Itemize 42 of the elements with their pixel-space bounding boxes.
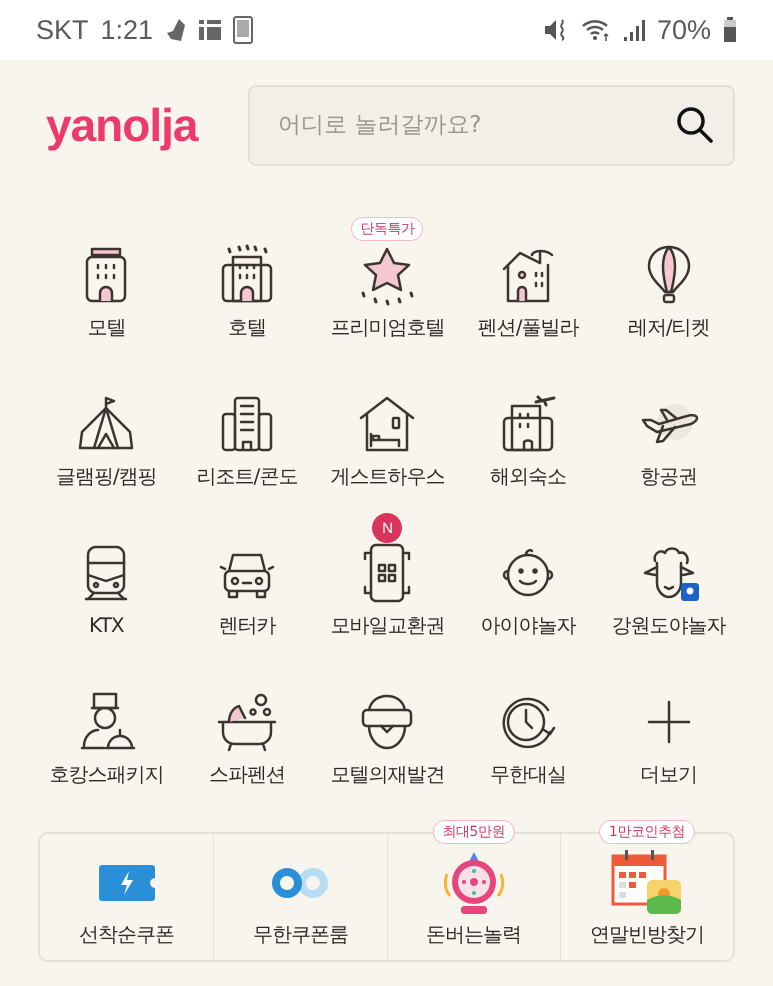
badge: 최대5만원 bbox=[432, 820, 515, 844]
tablet-icon bbox=[233, 16, 254, 44]
category-label[interactable]: 스파펜션 bbox=[208, 760, 285, 788]
category-label[interactable]: 항공권 bbox=[640, 462, 698, 490]
category-label[interactable]: 모텔의재발견 bbox=[330, 760, 444, 788]
new-badge: N bbox=[372, 513, 402, 543]
category-label[interactable]: 무한대실 bbox=[490, 760, 566, 788]
ticket-icon bbox=[98, 865, 155, 901]
category-label[interactable]: 리조트/콘도 bbox=[196, 462, 298, 490]
promo-label[interactable]: 선착순쿠폰 bbox=[79, 920, 174, 948]
search-icon[interactable] bbox=[675, 104, 715, 144]
category-label[interactable]: 더보기 bbox=[640, 760, 698, 788]
calendar-icon bbox=[610, 850, 683, 916]
category-label[interactable]: 렌터카 bbox=[218, 611, 276, 639]
category-label[interactable]: 호캉스패키지 bbox=[49, 760, 164, 788]
category-label[interactable]: 강원도야놀자 bbox=[612, 611, 726, 639]
category-label[interactable]: 해외숙소 bbox=[490, 462, 566, 490]
category-label[interactable]: 모바일교환권 bbox=[330, 611, 444, 639]
carrier-text: SKT bbox=[36, 14, 89, 46]
search-field[interactable]: 어디로 놀러갈까요? bbox=[248, 84, 735, 166]
list-icon bbox=[199, 20, 222, 40]
clock-time: 1:21 bbox=[100, 14, 154, 46]
battery-icon bbox=[723, 17, 737, 43]
category-label[interactable]: 레저/티켓 bbox=[628, 313, 710, 341]
category-label[interactable]: 아이야놀자 bbox=[480, 611, 576, 639]
category-label[interactable]: 모텔 bbox=[87, 313, 126, 341]
category-label[interactable]: 호텔 bbox=[228, 313, 266, 341]
category-label[interactable]: 펜션/풀빌라 bbox=[478, 313, 578, 341]
promo-label[interactable]: 연말빈방찾기 bbox=[590, 920, 704, 948]
battery-percent: 70% bbox=[656, 14, 711, 46]
badge: 1만코인추첨 bbox=[598, 820, 695, 844]
signal-icon bbox=[622, 18, 645, 42]
category-label[interactable]: 글램핑/캠핑 bbox=[56, 462, 157, 490]
category-label[interactable]: KTX bbox=[89, 611, 124, 639]
promo-label[interactable]: 돈버는놀력 bbox=[426, 920, 522, 948]
badge: 단독특가 bbox=[351, 217, 424, 241]
wifi-icon bbox=[580, 18, 611, 42]
category-label[interactable]: 게스트하우스 bbox=[330, 462, 444, 490]
promo-label[interactable]: 무한쿠폰룸 bbox=[252, 920, 348, 948]
logo[interactable]: yanolja bbox=[46, 98, 218, 152]
prize-wheel-icon bbox=[442, 850, 505, 916]
category-label[interactable]: 프리미엄호텔 bbox=[330, 313, 444, 341]
